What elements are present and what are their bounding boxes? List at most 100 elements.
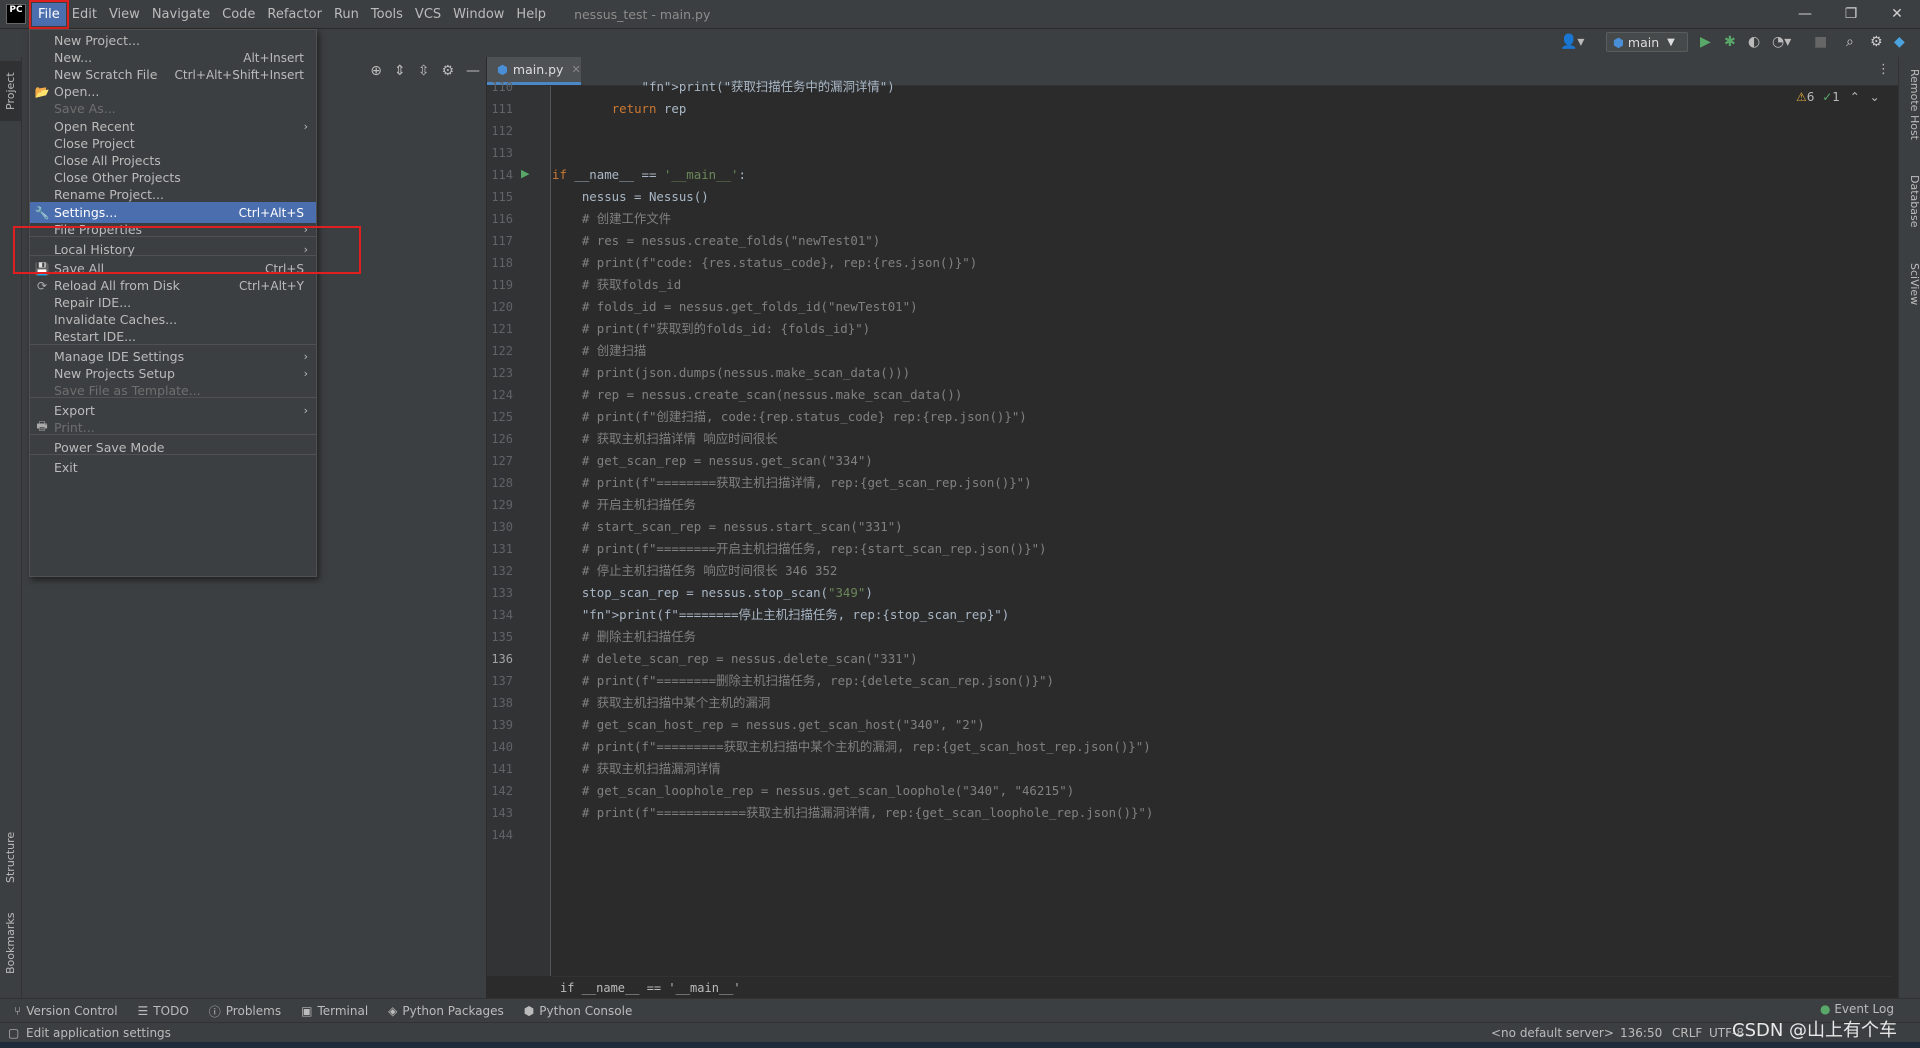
code-line: # 获取主机扫描中某个主机的漏洞 bbox=[552, 695, 771, 710]
menu-item-label: Power Save Mode bbox=[54, 440, 165, 455]
toolwindow-todo[interactable]: ☰ TODO bbox=[138, 1004, 189, 1018]
tab-remote-host[interactable]: Remote Host bbox=[1901, 69, 1920, 140]
menu-item-icon: 📂 bbox=[34, 84, 50, 99]
code-line: # get_scan_rep = nessus.get_scan("334") bbox=[552, 453, 873, 468]
code-line: # get_scan_loophole_rep = nessus.get_sca… bbox=[552, 783, 1075, 798]
line-number: 139 bbox=[491, 718, 513, 732]
code-line: # print(f"========开启主机扫描任务, rep:{start_s… bbox=[552, 541, 1047, 556]
menu-vcs[interactable]: VCS bbox=[409, 3, 447, 26]
close-tab-icon[interactable]: ✕ bbox=[571, 63, 580, 76]
line-number: 141 bbox=[491, 762, 513, 776]
locate-icon[interactable]: ⊕ bbox=[370, 63, 382, 79]
menu-item-icon: ⟳ bbox=[36, 278, 48, 293]
menu-item-restart-ide[interactable]: Restart IDE... bbox=[30, 326, 316, 347]
hide-icon[interactable]: — bbox=[466, 63, 480, 79]
profile-icon[interactable]: ◔▾ bbox=[1772, 34, 1791, 50]
code-line: # print(f"=========获取主机扫描中某个主机的漏洞, rep:{… bbox=[552, 739, 1151, 754]
search-icon[interactable]: ⌕ bbox=[1846, 34, 1854, 50]
toolwindow-problems[interactable]: ⓘ Problems bbox=[209, 1003, 281, 1020]
line-number: 121 bbox=[491, 322, 513, 336]
toolwindow-terminal[interactable]: ▣ Terminal bbox=[301, 1004, 368, 1018]
minimize-icon[interactable]: — bbox=[1782, 0, 1828, 28]
more-tabs-icon[interactable]: ⋮ bbox=[1877, 62, 1890, 77]
line-number: 131 bbox=[491, 542, 513, 556]
tab-project[interactable]: Project bbox=[0, 61, 21, 121]
code-line: # res = nessus.create_folds("newTest01") bbox=[552, 233, 881, 248]
tab-database-label: Database bbox=[1908, 175, 1920, 228]
menu-edit[interactable]: Edit bbox=[66, 3, 103, 26]
window-title: nessus_test - main.py bbox=[574, 6, 711, 22]
menu-item-label: Settings... bbox=[54, 205, 118, 220]
menu-item-save-file-as-template[interactable]: Save File as Template... bbox=[30, 380, 316, 401]
check-icon: ✓ bbox=[1822, 90, 1833, 104]
gear-icon[interactable]: ⚙ bbox=[1870, 34, 1883, 50]
line-number: 133 bbox=[491, 586, 513, 600]
inspection-widget[interactable]: ⚠6 ✓1 ⌃ ⌄ bbox=[1796, 90, 1880, 104]
tab-database[interactable]: Database bbox=[1901, 175, 1920, 228]
menubar-items: File Edit View Navigate Code Refactor Run Tools… bbox=[29, 0, 552, 29]
taskbar-strip bbox=[0, 1042, 1920, 1048]
event-log-button[interactable]: ● Event Log bbox=[1820, 1002, 1894, 1016]
menu-item-label: Invalidate Caches... bbox=[54, 312, 178, 327]
code-line: # print(f"创建扫描, code:{rep.status_code} r… bbox=[552, 409, 1027, 424]
toolwindow-python-console[interactable]: ⬢ Python Console bbox=[524, 1004, 633, 1018]
code-line: # print(f"============获取主机扫描漏洞详情, rep:{g… bbox=[552, 805, 1154, 820]
line-number: 123 bbox=[491, 366, 513, 380]
right-tool-strip: Remote Host Database SciView bbox=[1898, 57, 1920, 1007]
menu-navigate[interactable]: Navigate bbox=[146, 3, 216, 26]
collapse-all-icon[interactable]: ⇳ bbox=[418, 63, 430, 79]
toolwindow-version-control[interactable]: ⑂ Version Control bbox=[14, 1004, 118, 1018]
menu-tools[interactable]: Tools bbox=[365, 3, 409, 26]
expand-all-icon[interactable]: ⇕ bbox=[394, 63, 406, 79]
tab-bookmarks[interactable]: Bookmarks bbox=[0, 903, 21, 983]
caret-position[interactable]: 136:50 bbox=[1620, 1023, 1662, 1043]
run-config-selector[interactable]: ⬢ main ▼ bbox=[1606, 32, 1688, 52]
tab-structure[interactable]: Structure bbox=[0, 817, 21, 897]
code-line: # delete_scan_rep = nessus.delete_scan("… bbox=[552, 651, 918, 666]
menu-code[interactable]: Code bbox=[216, 3, 261, 26]
line-number: 125 bbox=[491, 410, 513, 424]
chevron-up-icon[interactable]: ⌃ bbox=[1850, 90, 1860, 104]
coverage-icon[interactable]: ◐ bbox=[1748, 34, 1760, 50]
line-number: 135 bbox=[491, 630, 513, 644]
menu-item-exit[interactable]: Exit bbox=[30, 457, 316, 478]
line-number: 120 bbox=[491, 300, 513, 314]
menu-item-print[interactable]: 🖶 Print... bbox=[30, 417, 316, 438]
interpreter-server[interactable]: <no default server> bbox=[1491, 1023, 1614, 1043]
debug-icon[interactable]: ✱ bbox=[1724, 34, 1736, 50]
line-number: 144 bbox=[491, 828, 513, 842]
toolwindow-label: TODO bbox=[153, 1004, 189, 1018]
chevron-down-icon[interactable]: ⌄ bbox=[1870, 90, 1880, 104]
line-separator[interactable]: CRLF bbox=[1672, 1023, 1702, 1043]
user-icon[interactable]: 👤▾ bbox=[1560, 34, 1584, 50]
code-line: # print(f"获取到的folds_id: {folds_id}") bbox=[552, 321, 871, 336]
restore-icon[interactable]: ❐ bbox=[1828, 0, 1874, 28]
status-bar: ▢ Edit application settings <no default … bbox=[0, 1022, 1920, 1043]
tab-sciview[interactable]: SciView bbox=[1901, 263, 1920, 305]
menu-view[interactable]: View bbox=[103, 3, 146, 26]
line-number: 114 bbox=[491, 168, 513, 182]
stop-icon[interactable]: ■ bbox=[1814, 34, 1827, 50]
code-line: # print(f"code: {res.status_code}, rep:{… bbox=[552, 255, 978, 270]
code-editor[interactable]: "fn">print("获取扫描任务中的漏洞详情") return rep if … bbox=[552, 79, 1892, 976]
menu-file[interactable]: File bbox=[29, 0, 69, 29]
breadcrumb[interactable]: if __name__ == '__main__' bbox=[552, 976, 1892, 998]
toolwindow-python-packages[interactable]: ◈ Python Packages bbox=[388, 1004, 504, 1018]
ok-count: 1 bbox=[1832, 90, 1840, 104]
menu-run[interactable]: Run bbox=[328, 3, 365, 26]
tab-project-label: Project bbox=[4, 72, 17, 110]
run-gutter-icon[interactable]: ▶ bbox=[521, 167, 529, 180]
menu-refactor[interactable]: Refactor bbox=[261, 3, 328, 26]
menu-window[interactable]: Window bbox=[447, 3, 510, 26]
menu-help[interactable]: Help bbox=[510, 3, 552, 26]
close-icon[interactable]: ✕ bbox=[1874, 0, 1920, 28]
breadcrumb-label: if __name__ == '__main__' bbox=[560, 981, 741, 995]
menu-item-power-save-mode[interactable]: Power Save Mode bbox=[30, 437, 316, 458]
file-menu: New Project... New... Alt+Insert New Scratc… bbox=[29, 29, 317, 577]
toolwindow-icon: ◈ bbox=[388, 1004, 398, 1018]
run-icon[interactable]: ▶ bbox=[1700, 34, 1711, 50]
code-line: "fn">print(f"========停止主机扫描任务, rep:{stop… bbox=[581, 607, 1010, 622]
gear-icon[interactable]: ⚙ bbox=[441, 63, 454, 79]
plugin-icon[interactable]: ◆ bbox=[1894, 34, 1905, 50]
line-number: 112 bbox=[491, 124, 513, 138]
